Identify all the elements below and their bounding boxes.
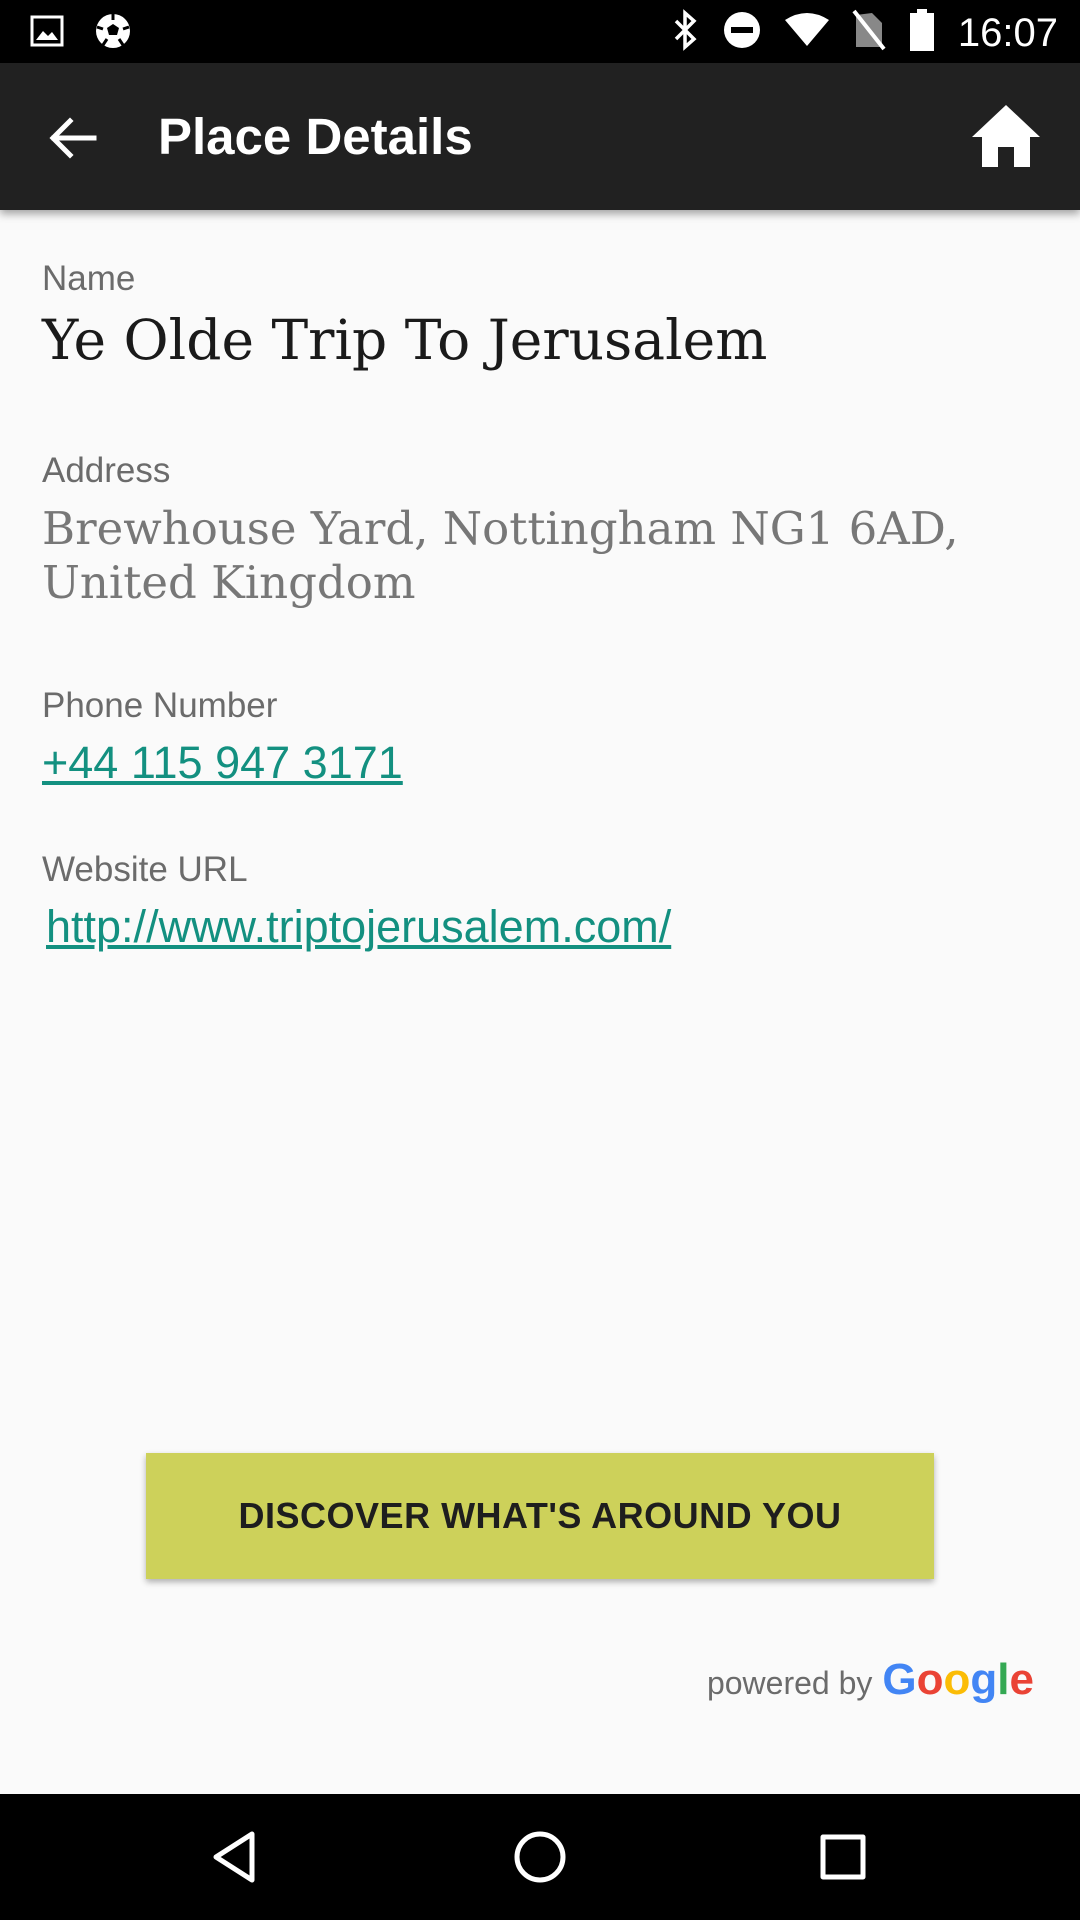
battery-icon	[908, 8, 936, 57]
powered-by-google: powered by Google	[707, 1655, 1034, 1705]
page-title: Place Details	[158, 108, 473, 165]
discover-button[interactable]: DISCOVER WHAT'S AROUND YOU	[146, 1453, 934, 1579]
google-letter: o	[943, 1655, 971, 1704]
home-button[interactable]	[968, 99, 1044, 175]
website-link[interactable]: http://www.triptojerusalem.com/	[46, 899, 671, 955]
google-letter: G	[882, 1655, 917, 1704]
arrow-back-icon	[49, 117, 97, 159]
home-circle-icon	[514, 1831, 566, 1883]
bluetooth-icon	[670, 9, 700, 56]
nav-back-button[interactable]	[202, 1824, 268, 1890]
nav-home-button[interactable]	[507, 1824, 573, 1890]
phone-link[interactable]: +44 115 947 3171	[42, 735, 403, 791]
website-label: Website URL	[42, 850, 248, 889]
back-triangle-icon	[213, 1831, 255, 1883]
app-bar: Place Details	[0, 63, 1080, 210]
no-sim-icon	[852, 9, 886, 56]
recents-square-icon	[820, 1834, 866, 1880]
google-letter: e	[1009, 1655, 1034, 1704]
powered-by-text: powered by	[706, 1665, 873, 1701]
google-letter: l	[997, 1655, 1010, 1704]
status-bar: 16:07	[0, 0, 1080, 63]
home-icon	[972, 105, 1040, 167]
google-letter: o	[916, 1655, 944, 1704]
status-time: 16:07	[957, 10, 1058, 55]
do-not-disturb-icon	[722, 10, 762, 55]
wifi-icon	[784, 12, 830, 53]
navigation-bar	[0, 1794, 1080, 1920]
address-line-2: United Kingdom	[42, 556, 416, 609]
phone-label: Phone Number	[42, 686, 278, 725]
place-name: Ye Olde Trip To Jerusalem	[42, 308, 768, 372]
name-label: Name	[42, 259, 136, 298]
nav-recents-button[interactable]	[810, 1824, 876, 1890]
google-letter: g	[970, 1655, 998, 1704]
address-line-1: Brewhouse Yard, Nottingham NG1 6AD,	[42, 502, 959, 555]
google-logo: Google	[882, 1655, 1034, 1705]
soccer-ball-icon	[94, 12, 132, 55]
status-right-icons: 16:07	[670, 8, 1058, 57]
back-button[interactable]	[44, 113, 104, 163]
image-icon	[30, 14, 64, 53]
address-label: Address	[42, 451, 171, 490]
status-left-icons	[30, 12, 132, 55]
